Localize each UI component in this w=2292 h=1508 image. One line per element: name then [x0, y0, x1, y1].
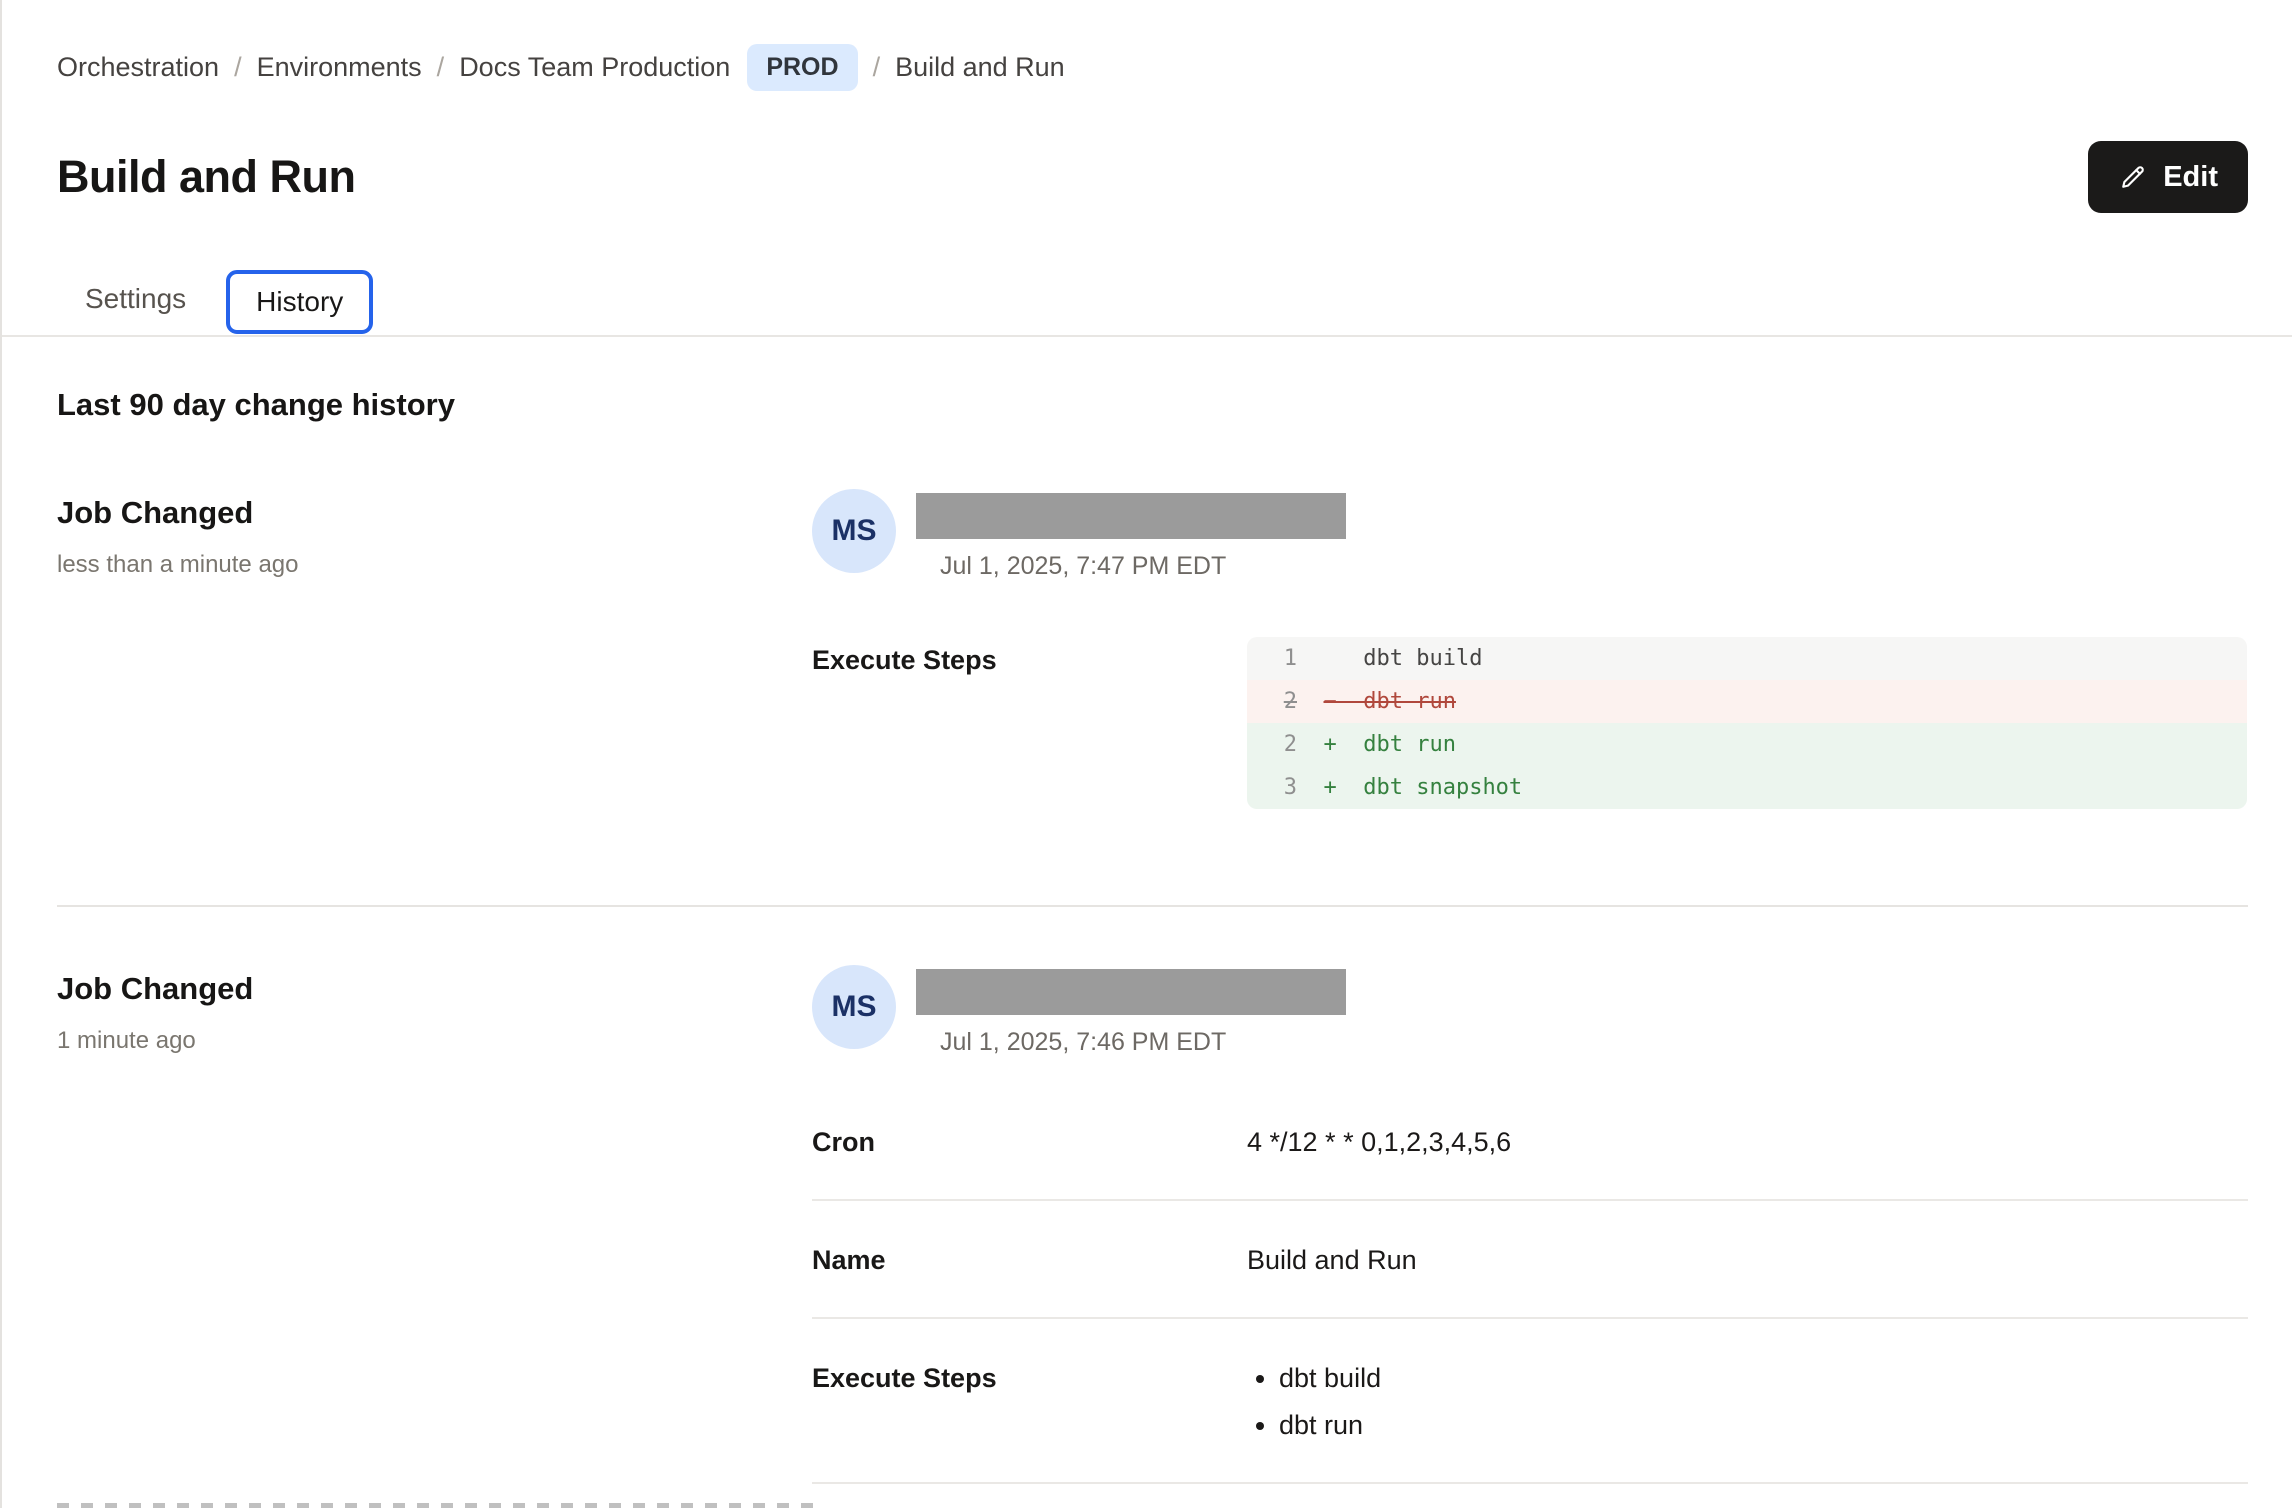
execute-steps-list: dbt build dbt run [1247, 1361, 2248, 1442]
breadcrumb-environments[interactable]: Environments [257, 52, 422, 83]
tab-bar: Settings History [57, 267, 2248, 341]
edit-button-label: Edit [2163, 161, 2218, 194]
entry-timestamp: Jul 1, 2025, 7:46 PM EDT [940, 1028, 1346, 1057]
redacted-author-name [916, 493, 1346, 539]
entry-timestamp: Jul 1, 2025, 7:47 PM EDT [940, 552, 1346, 581]
entry-author-meta: MS Jul 1, 2025, 7:46 PM EDT [812, 965, 2248, 1057]
entry-author-meta: MS Jul 1, 2025, 7:47 PM EDT [812, 489, 2248, 581]
redacted-author-name [916, 969, 1346, 1015]
field-value: Build and Run [1247, 1243, 2248, 1277]
breadcrumb-separator: / [873, 52, 881, 83]
execute-step-item: dbt run [1279, 1408, 2248, 1442]
job-history-page: Orchestration / Environments / Docs Team… [0, 0, 2292, 1508]
field-label: Name [812, 1243, 1247, 1277]
breadcrumb: Orchestration / Environments / Docs Team… [57, 44, 2248, 91]
environment-prod-badge: PROD [747, 44, 857, 91]
execute-steps-diff: 1 dbt build2 − dbt run2 + dbt run3 + dbt… [1247, 637, 2247, 809]
breadcrumb-separator: / [437, 52, 445, 83]
tab-bar-divider [2, 335, 2292, 337]
history-entry: Job Changed less than a minute ago MS Ju… [57, 449, 2248, 907]
edit-button[interactable]: Edit [2088, 141, 2248, 213]
field-label: Execute Steps [812, 1361, 1247, 1442]
change-details-table: Cron4 */12 * * 0,1,2,3,4,5,6NameBuild an… [812, 1111, 2248, 1508]
entry-relative-time: 1 minute ago [57, 1027, 812, 1055]
breadcrumb-orchestration[interactable]: Orchestration [57, 52, 219, 83]
execute-steps-field: Execute Steps 1 dbt build2 − dbt run2 + … [812, 637, 2248, 809]
cutoff-next-entry-text [57, 1503, 815, 1508]
page-header: Build and Run Edit [57, 121, 2248, 233]
field-value: 4 */12 * * 0,1,2,3,4,5,6 [1247, 1125, 2248, 1159]
change-history-heading: Last 90 day change history [57, 387, 2248, 423]
history-entry: Job Changed 1 minute ago MS Jul 1, 2025,… [57, 907, 2248, 1508]
tab-settings[interactable]: Settings [77, 269, 194, 329]
field-label: Execute Steps [812, 637, 1247, 809]
entry-title: Job Changed [57, 495, 812, 531]
change-field-row: NameBuild and Run [812, 1201, 2248, 1319]
change-field-row: Cron4 */12 * * 0,1,2,3,4,5,6 [812, 1111, 2248, 1201]
entry-relative-time: less than a minute ago [57, 551, 812, 579]
entry-title: Job Changed [57, 971, 812, 1007]
field-label: Cron [812, 1125, 1247, 1159]
diff-line-added: 2 + dbt run [1247, 723, 2247, 766]
execute-step-item: dbt build [1279, 1361, 2248, 1395]
avatar: MS [812, 489, 896, 573]
change-field-row: Execute Steps dbt build dbt run [812, 1319, 2248, 1484]
breadcrumb-environment-name[interactable]: Docs Team Production [459, 52, 730, 83]
diff-line-removed: 2 − dbt run [1247, 680, 2247, 723]
field-value: dbt build dbt run [1247, 1361, 2248, 1442]
breadcrumb-current-job: Build and Run [895, 52, 1065, 83]
breadcrumb-separator: / [234, 52, 242, 83]
change-field-row: Generate DocsYes [812, 1484, 2248, 1508]
diff-line-context: 1 dbt build [1247, 637, 2247, 680]
tab-history[interactable]: History [226, 270, 373, 334]
avatar: MS [812, 965, 896, 1049]
pencil-icon [2118, 162, 2148, 192]
diff-line-added: 3 + dbt snapshot [1247, 766, 2247, 809]
page-title: Build and Run [57, 151, 355, 203]
